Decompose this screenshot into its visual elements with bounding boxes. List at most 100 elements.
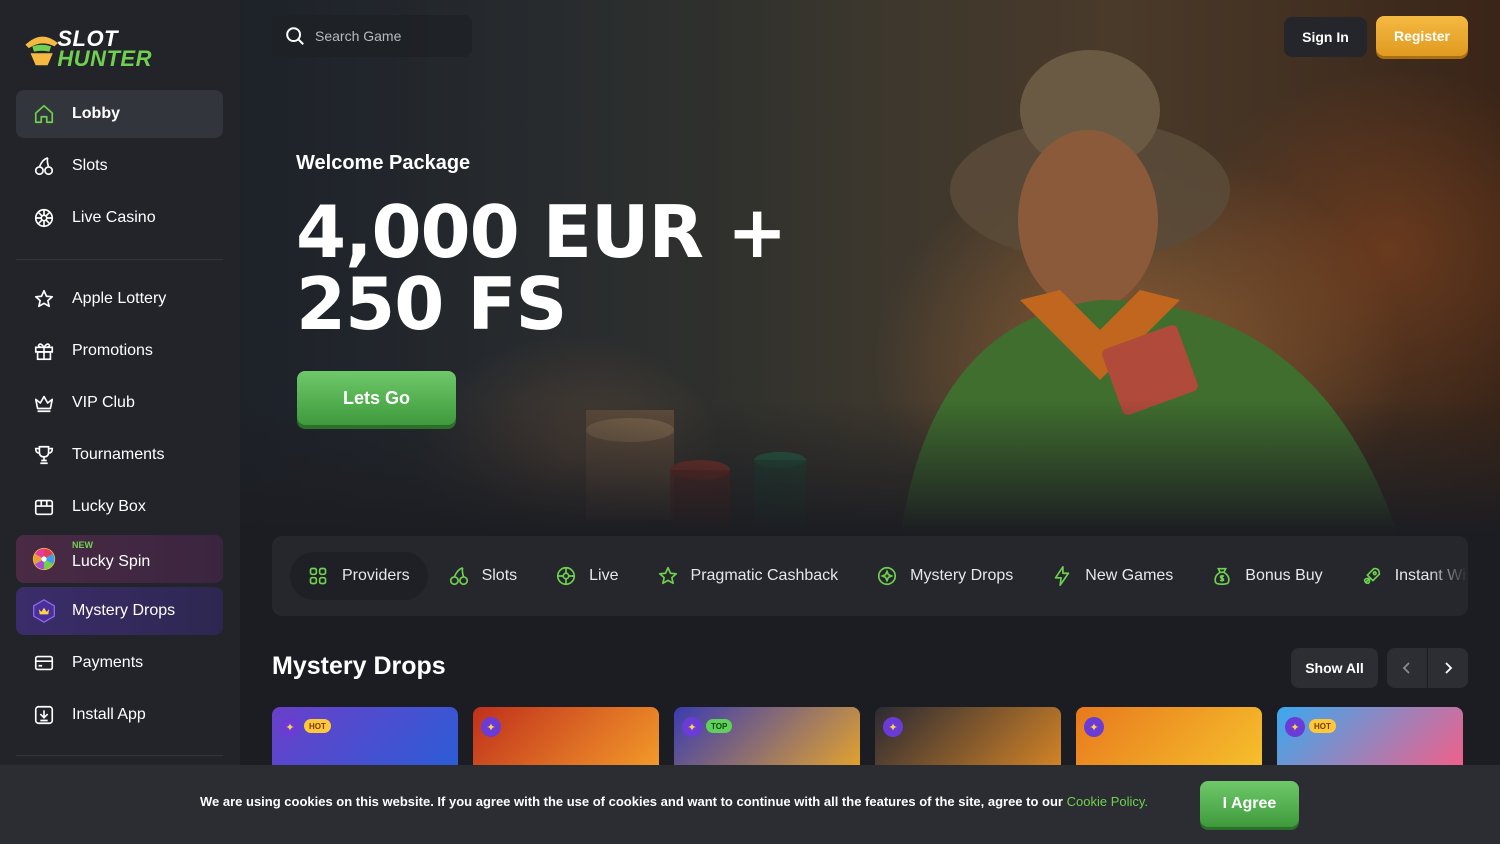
sidebar-item-lucky-spin[interactable]: NEW Lucky Spin	[16, 535, 223, 583]
game-cards: ✦ HOT ✦ ✦ TOP ✦ ✦ ✦ HOT	[272, 707, 1478, 767]
section-title: Mystery Drops	[272, 652, 446, 680]
crown-icon	[32, 391, 56, 415]
hunter-hat-icon	[25, 36, 58, 66]
sidebar-item-live-casino[interactable]: Live Casino	[16, 194, 223, 242]
category-label: Mystery Drops	[910, 567, 1014, 584]
category-label: Pragmatic Cashback	[690, 567, 839, 584]
roulette-icon	[32, 206, 56, 230]
sidebar-item-label: Lucky Box	[72, 498, 146, 515]
hero-headline-line2: 250 FS	[296, 262, 567, 346]
carousel-controls	[1387, 648, 1468, 688]
game-card[interactable]: ✦	[473, 707, 659, 767]
sidebar-divider	[16, 755, 223, 756]
game-card[interactable]: ✦ HOT	[1277, 707, 1463, 767]
game-card[interactable]: ✦ HOT	[272, 707, 458, 767]
cookie-policy-link[interactable]: Cookie Policy.	[1067, 794, 1148, 809]
sidebar-item-slots[interactable]: Slots	[16, 142, 223, 190]
cookie-message: We are using cookies on this website. If…	[200, 794, 1148, 809]
sidebar-item-label: Tournaments	[72, 446, 165, 463]
category-new-games[interactable]: New Games	[1033, 552, 1191, 600]
sidebar-divider	[16, 259, 223, 260]
gift-icon	[32, 339, 56, 363]
roulette-icon	[555, 565, 577, 587]
category-label: Providers	[342, 567, 410, 584]
trophy-icon	[32, 443, 56, 467]
nav-group-main: Lobby Slots Live Casino	[16, 90, 223, 246]
cherries-icon	[448, 565, 470, 587]
mystery-drop-icon: ✦	[481, 717, 501, 737]
star-icon	[657, 565, 679, 587]
sidebar-item-label: Lobby	[72, 105, 120, 122]
mystery-drop-icon: ✦	[1084, 717, 1104, 737]
category-slots[interactable]: Slots	[430, 552, 536, 600]
box-icon	[32, 495, 56, 519]
sidebar-item-label: Install App	[72, 706, 146, 723]
mystery-drop-icon	[32, 599, 56, 623]
sidebar-item-lobby[interactable]: Lobby	[16, 90, 223, 138]
sidebar-item-label: Promotions	[72, 342, 153, 359]
category-label: Live	[589, 567, 619, 584]
mystery-drop-icon: ✦	[280, 717, 300, 737]
category-mystery-drops[interactable]: Mystery Drops	[858, 552, 1031, 600]
game-card[interactable]: ✦	[1076, 707, 1262, 767]
sidebar-item-label: Live Casino	[72, 209, 156, 226]
mystery-drop-icon: ✦	[883, 717, 903, 737]
nav-group-secondary: Apple Lottery Promotions VIP Club Tourna…	[16, 275, 223, 743]
hero-subtitle: Welcome Package	[296, 152, 471, 174]
brand-line2: HUNTER	[57, 46, 152, 71]
next-button[interactable]	[1428, 648, 1468, 688]
game-tag: TOP	[706, 719, 733, 733]
category-label: Bonus Buy	[1245, 567, 1323, 584]
download-icon	[32, 703, 56, 727]
cherries-icon	[32, 154, 56, 178]
prev-button[interactable]	[1387, 648, 1427, 688]
sidebar-item-promotions[interactable]: Promotions	[16, 327, 223, 375]
cookie-text: We are using cookies on this website. If…	[200, 794, 1063, 809]
hero-headline-line1: 4,000 EUR +	[296, 190, 787, 274]
search-input[interactable]: Search Game	[272, 15, 472, 57]
grid-icon	[308, 565, 330, 587]
game-tag: HOT	[1309, 719, 1336, 733]
show-all-button[interactable]: Show All	[1291, 648, 1378, 688]
category-label: Slots	[481, 567, 518, 584]
home-icon	[32, 102, 56, 126]
sidebar-item-label: Payments	[72, 654, 144, 671]
sidebar-item-apple-lottery[interactable]: Apple Lottery	[16, 275, 223, 323]
game-tag: HOT	[304, 719, 331, 733]
card-icon	[32, 651, 56, 675]
category-live[interactable]: Live	[537, 552, 636, 600]
agree-button[interactable]: I Agree	[1200, 781, 1299, 827]
category-bonus-buy[interactable]: Bonus Buy	[1193, 552, 1340, 600]
sidebar-item-label: Lucky Spin	[72, 553, 151, 570]
brand-logo[interactable]: SLOT HUNTER	[22, 22, 152, 76]
chevron-right-icon	[1445, 662, 1453, 674]
category-bar: Providers Slots Live Pragmatic Cashback …	[272, 536, 1468, 616]
sidebar-item-tournaments[interactable]: Tournaments	[16, 431, 223, 479]
sidebar-item-install-app[interactable]: Install App	[16, 691, 223, 739]
search-placeholder: Search Game	[315, 28, 402, 44]
sidebar-item-payments[interactable]: Payments	[16, 639, 223, 687]
lets-go-button[interactable]: Lets Go	[297, 371, 456, 425]
game-card[interactable]: ✦	[875, 707, 1061, 767]
game-card[interactable]: ✦ TOP	[674, 707, 860, 767]
category-label: New Games	[1085, 567, 1174, 584]
category-providers[interactable]: Providers	[290, 552, 428, 600]
sidebar-item-label: VIP Club	[72, 394, 135, 411]
mystery-drop-icon: ✦	[682, 717, 702, 737]
sidebar-item-lucky-box[interactable]: Lucky Box	[16, 483, 223, 531]
mystery-drop-icon: ✦	[1285, 717, 1305, 737]
sign-in-button[interactable]: Sign In	[1284, 17, 1367, 57]
category-pragmatic-cashback[interactable]: Pragmatic Cashback	[639, 552, 857, 600]
cookie-banner: We are using cookies on this website. If…	[0, 765, 1500, 844]
sidebar-item-mystery-drops[interactable]: Mystery Drops	[16, 587, 223, 635]
new-badge: NEW	[72, 540, 93, 550]
register-button[interactable]: Register	[1376, 16, 1468, 56]
wheel-icon	[32, 547, 56, 571]
search-icon	[286, 27, 304, 45]
rocket-icon	[1361, 565, 1383, 587]
sidebar-item-label: Apple Lottery	[72, 290, 167, 307]
hero-headline: 4,000 EUR + 250 FS	[296, 190, 787, 346]
sidebar-item-vip-club[interactable]: VIP Club	[16, 379, 223, 427]
star-icon	[32, 287, 56, 311]
sidebar-item-label: Mystery Drops	[72, 602, 176, 619]
